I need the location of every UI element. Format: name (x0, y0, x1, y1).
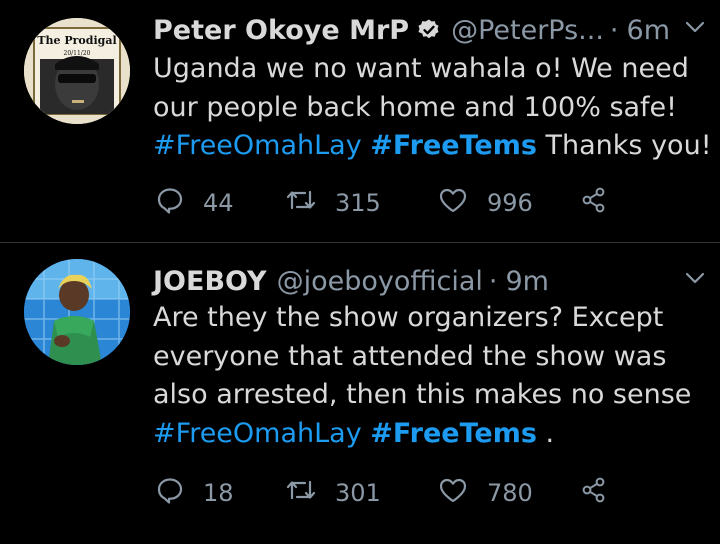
like-icon (437, 185, 487, 221)
share-icon (579, 475, 627, 511)
tweet-text: Are they the show organizers? Except eve… (153, 299, 713, 453)
separator-dot: · (609, 14, 619, 46)
retweet-button[interactable]: 315 (285, 183, 381, 223)
author-name[interactable]: Peter Okoye MrP (153, 15, 409, 46)
avatar[interactable] (24, 259, 130, 365)
tweet-text: Uganda we no want wahala o! We need our … (153, 50, 713, 166)
tweet-line: also arrested, then this makes no sense (153, 379, 692, 410)
chevron-down-icon[interactable] (682, 265, 708, 295)
tweet-line: #FreeOmahLay #FreeTems Thanks you! (153, 127, 713, 166)
hashtag-link[interactable]: #FreeTems (370, 130, 537, 161)
like-button[interactable]: 780 (437, 473, 533, 513)
tweet-line: our people back home and 100% safe! (153, 91, 677, 123)
hashtag-link[interactable]: #FreeOmahLay (153, 418, 362, 449)
separator-dot: · (488, 265, 498, 297)
retweet-count: 315 (335, 189, 381, 217)
reply-icon (155, 185, 203, 221)
hashtag-link[interactable]: #FreeTems (370, 418, 537, 449)
retweet-icon (285, 185, 335, 221)
tweet-line: Uganda we no want wahala o! We need (153, 53, 689, 84)
avatar-date: 20/11/20 (64, 50, 91, 57)
reply-count: 44 (203, 189, 234, 217)
reply-button[interactable]: 18 (155, 473, 234, 513)
tweet-actions: 44 315 996 (155, 183, 625, 223)
retweet-count: 301 (335, 479, 381, 507)
tweet-time[interactable]: 6m (627, 15, 670, 46)
share-button[interactable] (579, 183, 627, 223)
chevron-down-icon[interactable] (682, 14, 708, 44)
tweet-line: everyone that attended the show was (153, 340, 667, 372)
tweet-joeboy[interactable]: JOEBOY @joeboyofficial · 9m Are they the… (0, 243, 720, 544)
author-handle[interactable]: @joeboyofficial (277, 266, 483, 297)
avatar-title: The Prodigal (37, 34, 116, 47)
tweet-tail: . (545, 417, 555, 449)
reply-icon (155, 475, 203, 511)
verified-badge-icon (417, 18, 441, 42)
share-button[interactable] (579, 473, 627, 513)
author-name[interactable]: JOEBOY (153, 266, 267, 297)
author-handle[interactable]: @PeterPs... (451, 15, 604, 46)
reply-count: 18 (203, 479, 234, 507)
like-count: 996 (487, 189, 533, 217)
tweet-header: Peter Okoye MrP @PeterPs... · 6m (153, 10, 700, 50)
tweet-actions: 18 301 780 (155, 473, 625, 513)
retweet-icon (285, 475, 335, 511)
hashtag-link[interactable]: #FreeOmahLay (153, 130, 362, 161)
tweet-peter-okoye[interactable]: The Prodigal 20/11/20 Peter Okoye MrP @P… (0, 0, 720, 242)
like-count: 780 (487, 479, 533, 507)
avatar[interactable]: The Prodigal 20/11/20 (24, 18, 130, 124)
like-button[interactable]: 996 (437, 183, 533, 223)
tweet-time[interactable]: 9m (505, 266, 548, 297)
retweet-button[interactable]: 301 (285, 473, 381, 513)
tweet-tail: Thanks you! (545, 130, 712, 161)
share-icon (579, 185, 627, 221)
tweet-line: #FreeOmahLay #FreeTems . (153, 415, 713, 454)
tweet-header: JOEBOY @joeboyofficial · 9m (153, 261, 700, 301)
reply-button[interactable]: 44 (155, 183, 234, 223)
like-icon (437, 475, 487, 511)
tweet-line: Are they the show organizers? Except (153, 302, 664, 333)
